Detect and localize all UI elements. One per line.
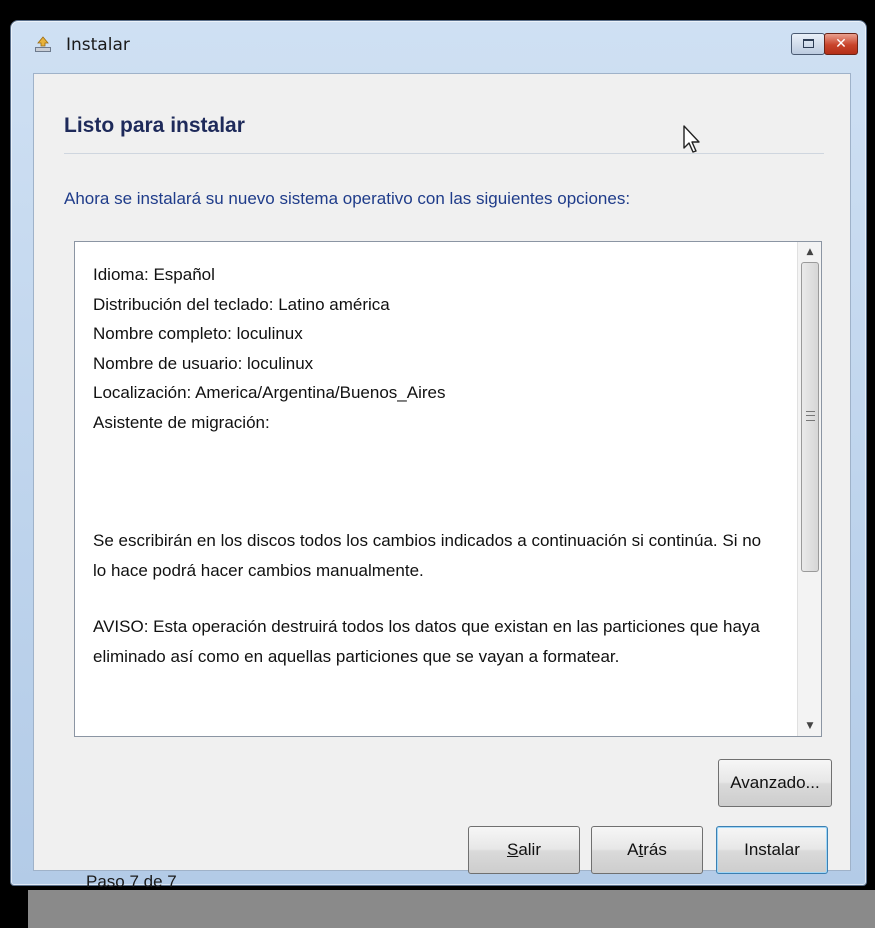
- exit-label: alir: [518, 840, 541, 859]
- back-label-end: rás: [643, 840, 667, 859]
- vertical-scrollbar[interactable]: ▲ ▼: [797, 242, 821, 736]
- close-icon: ✕: [835, 36, 847, 52]
- warning-paragraph: AVISO: Esta operación destruirá todos lo…: [93, 617, 760, 666]
- desktop-strip: [28, 890, 875, 928]
- back-button[interactable]: Atrás: [591, 826, 703, 874]
- summary-line: Asistente de migración:: [93, 412, 270, 432]
- back-label-start: A: [627, 840, 639, 859]
- summary-line: Distribución del teclado: Latino américa: [93, 294, 390, 314]
- installer-window: Instalar ✕ Listo para instalar Ahora se …: [10, 20, 867, 891]
- changes-paragraph: Se escribirán en los discos todos los ca…: [93, 531, 762, 580]
- intro-text: Ahora se instalará su nuevo sistema oper…: [64, 189, 631, 208]
- maximize-button[interactable]: [791, 33, 825, 55]
- summary-line: Nombre de usuario: loculinux: [93, 353, 314, 373]
- summary-textbox[interactable]: Idioma: Español Distribución del teclado…: [74, 241, 822, 737]
- grip-icon: [806, 411, 815, 421]
- installer-icon: [35, 36, 51, 52]
- maximize-icon: [803, 39, 814, 48]
- title-bar[interactable]: Instalar ✕: [11, 21, 866, 71]
- dialog-content: Listo para instalar Ahora se instalará s…: [33, 73, 851, 891]
- summary-text[interactable]: Idioma: Español Distribución del teclado…: [75, 242, 797, 736]
- scroll-up-arrow-icon[interactable]: ▲: [798, 242, 822, 262]
- scrollbar-thumb[interactable]: [801, 262, 819, 572]
- summary-line: Nombre completo: loculinux: [93, 324, 303, 343]
- exit-button[interactable]: Salir: [468, 826, 580, 874]
- summary-line: Idioma: Español: [93, 265, 215, 284]
- close-button[interactable]: ✕: [824, 33, 858, 55]
- mouse-pointer-icon: [683, 125, 700, 153]
- step-indicator: Paso 7 de 7: [86, 872, 177, 891]
- page-title: Listo para instalar: [64, 114, 245, 137]
- heading-separator: [64, 153, 824, 154]
- exit-mnemonic: S: [506, 840, 519, 859]
- advanced-button[interactable]: Avanzado...: [718, 759, 832, 807]
- window-title: Instalar: [66, 35, 130, 55]
- summary-line: Localización: America/Argentina/Buenos_A…: [93, 383, 446, 402]
- install-button[interactable]: Instalar: [716, 826, 828, 874]
- scroll-down-arrow-icon[interactable]: ▼: [798, 716, 822, 736]
